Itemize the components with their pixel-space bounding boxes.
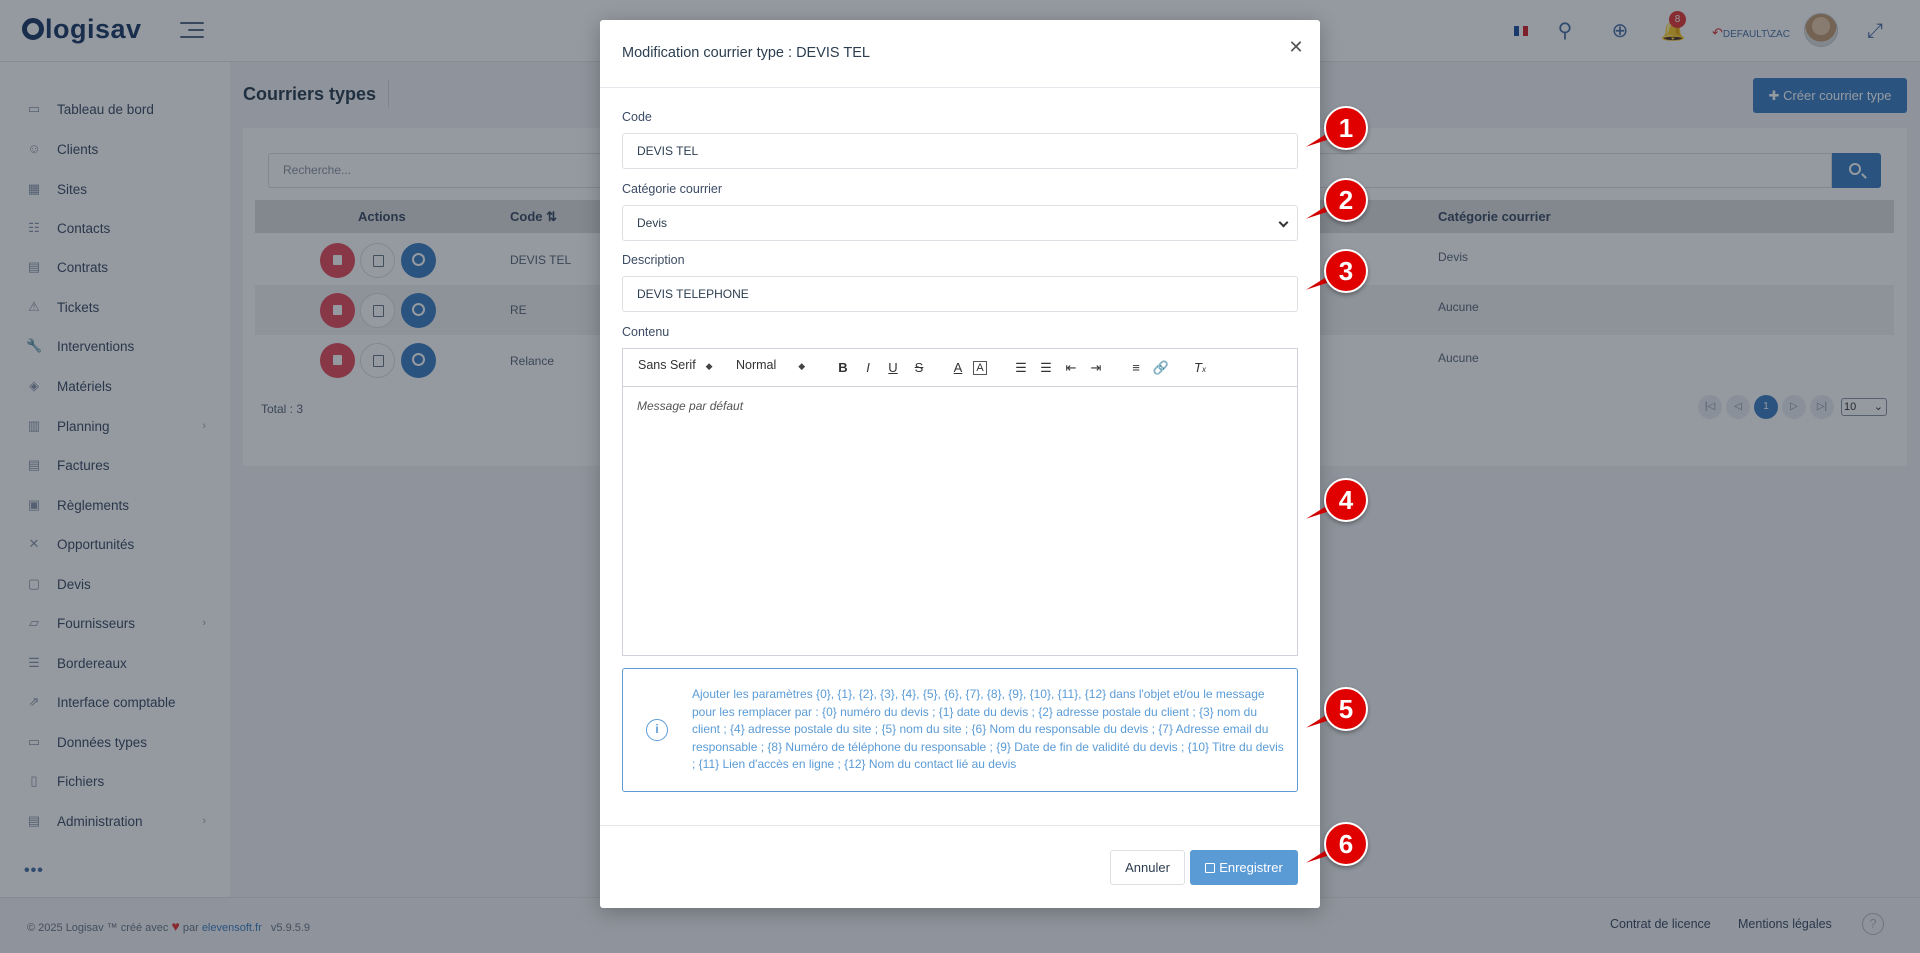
background-color-icon[interactable]: A: [973, 361, 987, 375]
category-selected-value: Devis: [637, 216, 668, 230]
parameters-info-text: Ajouter les paramètres {0}, {1}, {2}, {3…: [692, 687, 1284, 771]
outdent-icon[interactable]: ⇤: [1061, 358, 1081, 378]
callout-number: 1: [1324, 106, 1368, 150]
editor-toolbar: Sans Serif ◆ Normal ◆ B I U S A A ☰ ☰ ⇤ ⇥ …: [622, 348, 1298, 387]
callout-marker: 2: [1302, 178, 1372, 222]
modal-footer-divider: [600, 825, 1320, 826]
bullet-list-icon[interactable]: ☰: [1036, 358, 1056, 378]
updown-icon: ◆: [705, 361, 713, 371]
callout-marker: 1: [1302, 106, 1372, 150]
content-label: Contenu: [622, 325, 670, 339]
link-icon[interactable]: 🔗: [1151, 358, 1171, 378]
floppy-disk-icon: [1205, 863, 1216, 873]
callout-marker: 5: [1302, 687, 1372, 731]
close-icon[interactable]: ✕: [1284, 35, 1308, 59]
callout-marker: 6: [1302, 822, 1372, 866]
clear-format-icon[interactable]: Tx: [1190, 358, 1210, 378]
font-size-value: Normal: [736, 358, 777, 372]
cancel-button[interactable]: Annuler: [1110, 850, 1185, 885]
save-label: Enregistrer: [1219, 860, 1283, 875]
category-label: Catégorie courrier: [622, 182, 723, 196]
updown-icon: ◆: [798, 361, 806, 371]
callout-number: 5: [1324, 687, 1368, 731]
ordered-list-icon[interactable]: ☰: [1011, 358, 1031, 378]
font-size-select[interactable]: Normal ◆: [736, 358, 805, 372]
callout-number: 6: [1324, 822, 1368, 866]
callout-number: 4: [1324, 478, 1368, 522]
content-editor[interactable]: Message par défaut: [622, 386, 1298, 656]
text-color-icon[interactable]: A: [948, 358, 968, 378]
indent-icon[interactable]: ⇥: [1086, 358, 1106, 378]
save-button[interactable]: Enregistrer: [1190, 850, 1298, 885]
italic-icon[interactable]: I: [858, 358, 878, 378]
modal-title: Modification courrier type : DEVIS TEL: [622, 45, 870, 61]
align-icon[interactable]: ≡: [1126, 358, 1146, 378]
code-label: Code: [622, 110, 652, 124]
category-select[interactable]: Devis: [622, 205, 1298, 241]
callout-marker: 3: [1302, 249, 1372, 293]
callout-marker: 4: [1302, 478, 1372, 522]
callout-number: 2: [1324, 178, 1368, 222]
modal-header: Modification courrier type : DEVIS TEL ✕: [600, 20, 1320, 88]
description-input[interactable]: DEVIS TELEPHONE: [622, 276, 1298, 312]
parameters-info-box: i Ajouter les paramètres {0}, {1}, {2}, …: [622, 668, 1298, 792]
edit-letter-modal: Modification courrier type : DEVIS TEL ✕…: [600, 20, 1320, 908]
font-family-value: Sans Serif: [638, 358, 696, 372]
underline-icon[interactable]: U: [883, 358, 903, 378]
bold-icon[interactable]: B: [833, 358, 853, 378]
font-family-select[interactable]: Sans Serif ◆: [638, 358, 713, 372]
editor-placeholder: Message par défaut: [637, 399, 744, 413]
code-input[interactable]: DEVIS TEL: [622, 133, 1298, 169]
strikethrough-icon[interactable]: S: [909, 358, 929, 378]
description-label: Description: [622, 253, 685, 267]
callout-number: 3: [1324, 249, 1368, 293]
chevron-down-icon: [1278, 217, 1289, 228]
info-icon: i: [646, 719, 668, 741]
